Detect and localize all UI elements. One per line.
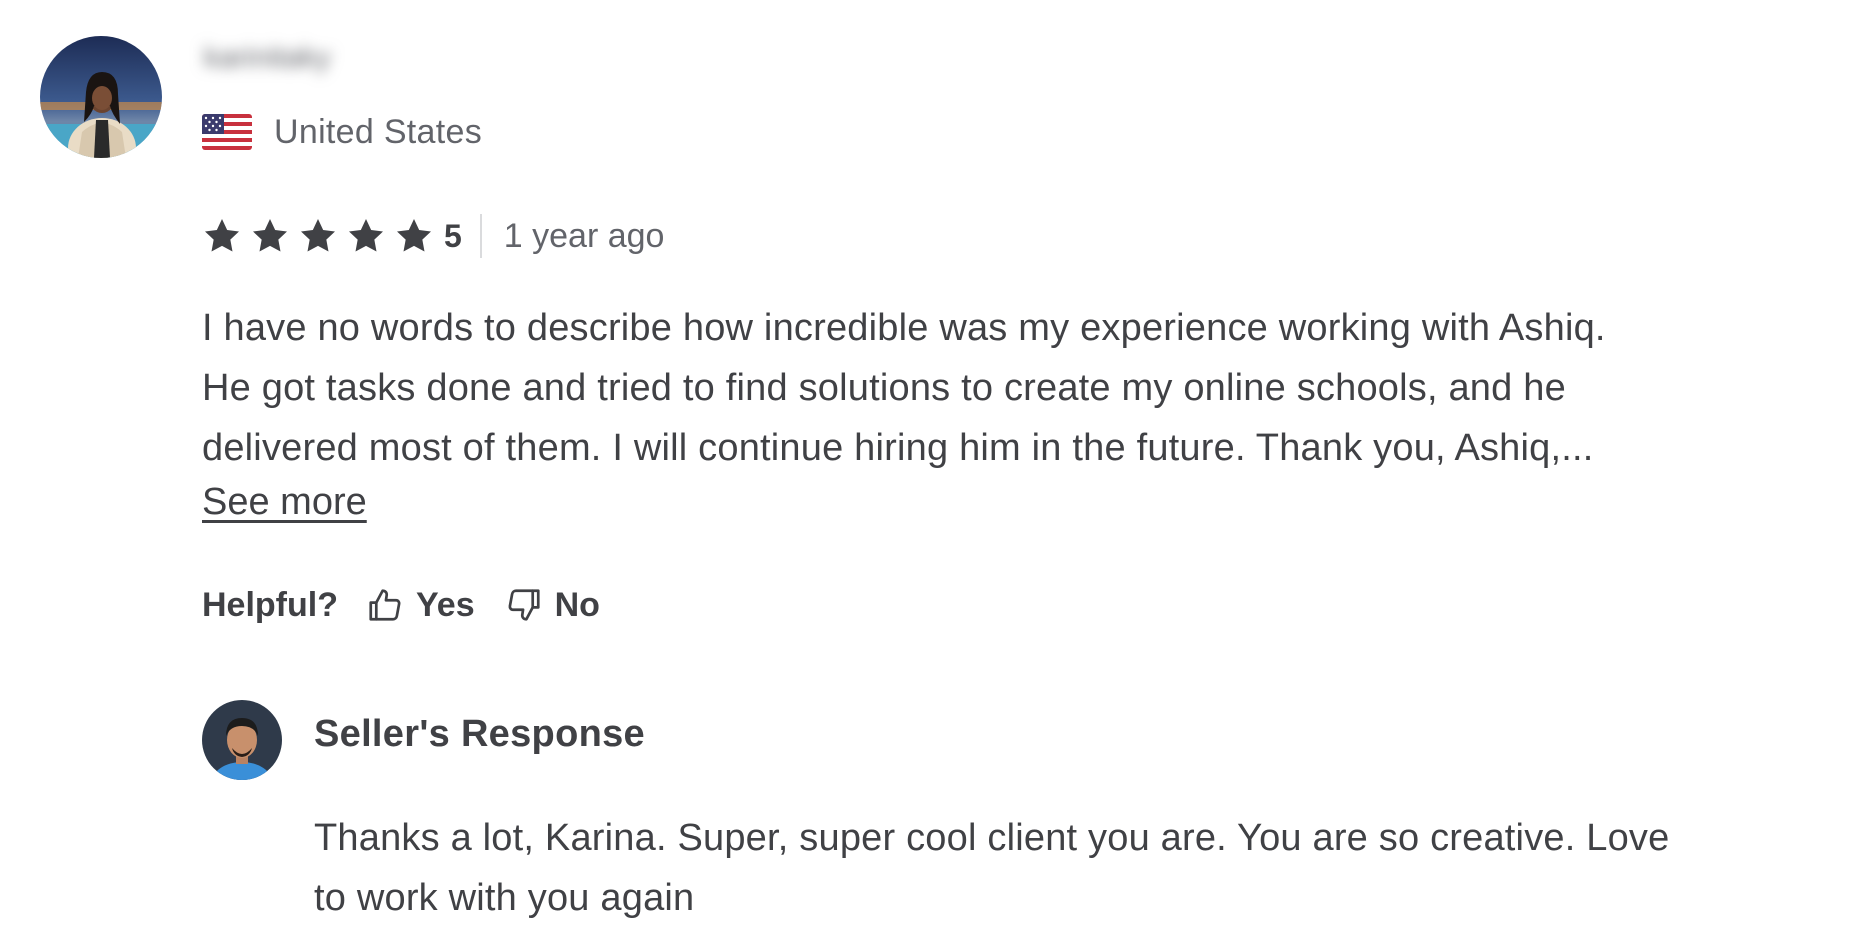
review-line: I have no words to describe how incredib… <box>202 307 1606 349</box>
helpful-row: Helpful? Yes No <box>202 580 630 630</box>
star-icon <box>346 216 386 256</box>
review-line: He got tasks done and tried to find solu… <box>202 367 1566 409</box>
helpful-label: Helpful? <box>202 585 338 624</box>
star-icon <box>250 216 290 256</box>
helpful-no-button[interactable]: No <box>505 586 600 625</box>
star-icon <box>298 216 338 256</box>
reviewer-country: United States <box>202 112 482 152</box>
star-rating <box>202 216 442 256</box>
helpful-no-label: No <box>554 585 600 624</box>
review-body: I have no words to describe how incredib… <box>202 298 1832 478</box>
us-flag-icon <box>202 114 252 150</box>
rating-divider <box>479 214 482 258</box>
seller-response-line: Thanks a lot, Karina. Super, super cool … <box>314 817 1670 859</box>
see-more-link[interactable]: See more <box>202 478 367 526</box>
seller-response-body: Thanks a lot, Karina. Super, super cool … <box>314 808 1834 928</box>
seller-photo-icon <box>202 700 282 780</box>
reviewer-username: karinitaky <box>204 41 331 74</box>
helpful-yes-button[interactable]: Yes <box>366 586 475 625</box>
helpful-yes-label: Yes <box>415 585 475 624</box>
rating-row: 5 1 year ago <box>202 214 664 258</box>
reviewer-avatar[interactable] <box>40 36 162 158</box>
thumbs-up-icon <box>366 586 404 624</box>
seller-response-title: Seller's Response <box>314 713 645 755</box>
seller-response-line: to work with you again <box>314 877 695 919</box>
review-time: 1 year ago <box>503 216 665 255</box>
reviewer-photo-icon <box>40 36 162 158</box>
country-name: United States <box>274 112 483 151</box>
review-line: delivered most of them. I will continue … <box>202 427 1594 469</box>
rating-score: 5 <box>444 217 462 254</box>
star-icon <box>202 216 242 256</box>
review-card: karinitaky United States 5 1 year ago I … <box>0 0 1861 940</box>
seller-avatar[interactable] <box>202 700 282 780</box>
star-icon <box>394 216 434 256</box>
thumbs-down-icon <box>505 586 543 624</box>
